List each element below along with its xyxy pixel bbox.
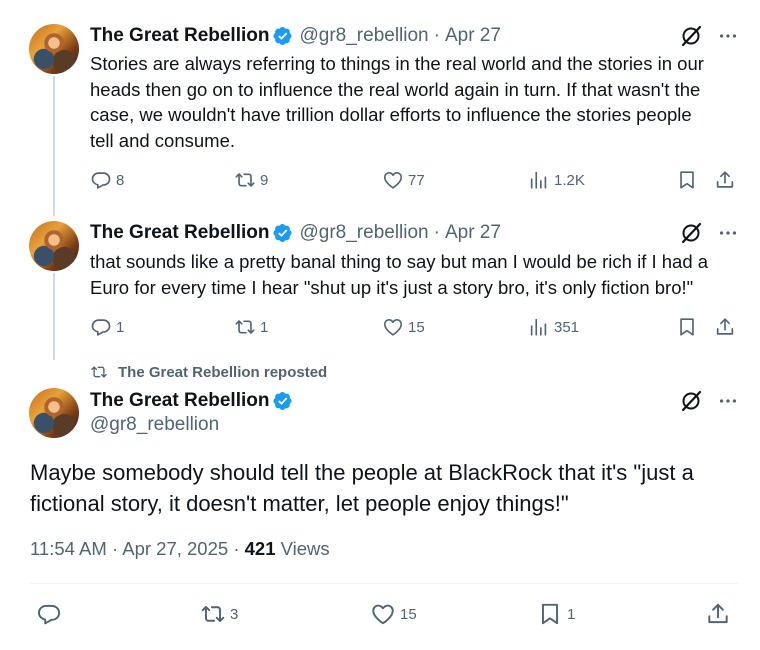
tweet-text-line: Maybe somebody should tell the people at… xyxy=(30,460,694,485)
bookmark-button[interactable] xyxy=(676,315,702,339)
repost-icon xyxy=(234,316,256,338)
bookmark-icon xyxy=(537,601,563,627)
grok-icon[interactable] xyxy=(679,389,703,413)
tweet-full-date[interactable]: Apr 27, 2025 xyxy=(122,538,228,559)
share-icon xyxy=(714,169,736,191)
thread-line xyxy=(53,76,55,216)
grok-icon[interactable] xyxy=(679,24,703,48)
bookmark-button[interactable] xyxy=(676,168,702,192)
tweet-top-icons xyxy=(679,221,739,245)
display-name[interactable]: The Great Rebellion xyxy=(90,222,269,244)
reply-button[interactable]: 1 xyxy=(90,315,124,339)
handle[interactable]: @gr8_rebellion xyxy=(90,414,219,436)
share-icon xyxy=(705,601,731,627)
tweet-text-line: that sounds like a pretty banal thing to… xyxy=(90,251,709,272)
separator: · xyxy=(233,538,240,559)
avatar[interactable] xyxy=(29,221,79,271)
bookmark-icon xyxy=(676,316,698,338)
repost-icon xyxy=(234,169,256,191)
repost-button[interactable]: 1 xyxy=(234,315,268,339)
grok-icon[interactable] xyxy=(679,221,703,245)
verified-badge-icon xyxy=(273,391,293,411)
repost-button[interactable]: 9 xyxy=(234,168,268,192)
bookmark-button[interactable]: 1 xyxy=(537,602,575,626)
tweet-text-line: fictional story, it doesn't matter, let … xyxy=(30,491,569,516)
tweet-text: Stories are always referring to things i… xyxy=(90,51,750,153)
main-tweet-text: Maybe somebody should tell the people at… xyxy=(30,457,740,519)
more-icon[interactable] xyxy=(717,24,739,48)
verified-badge-icon xyxy=(273,223,293,243)
verified-badge-icon xyxy=(273,26,293,46)
separator: · xyxy=(111,538,119,559)
tweet-date[interactable]: Apr 27 xyxy=(445,25,501,47)
tweet-text-line: Stories are always referring to things i… xyxy=(90,53,704,74)
like-icon xyxy=(370,601,396,627)
divider xyxy=(30,583,738,584)
display-name[interactable]: The Great Rebellion xyxy=(90,25,269,47)
tweet-text: that sounds like a pretty banal thing to… xyxy=(90,249,755,300)
views-count: 1.2K xyxy=(554,171,585,189)
repost-banner[interactable]: The Great Rebellion reposted xyxy=(90,362,327,382)
tweet-text-line: Euro for every time I hear "shut up it's… xyxy=(90,276,694,298)
tweet-header: The Great Rebellion @gr8_rebellion · Apr… xyxy=(90,221,501,245)
tweet-text-line: case, we wouldn't have trillion dollar e… xyxy=(90,104,692,125)
handle[interactable]: @gr8_rebellion xyxy=(299,25,428,47)
tweet-meta: 11:54 AM · Apr 27, 2025 · 421 Views xyxy=(30,538,330,560)
repost-count: 9 xyxy=(260,171,269,189)
avatar[interactable] xyxy=(29,24,79,74)
like-count: 77 xyxy=(408,171,425,189)
tweet-text-line: tell and consume. xyxy=(90,129,236,151)
bookmark-icon xyxy=(676,169,698,191)
views-count: 351 xyxy=(554,318,580,336)
tweet-top-icons xyxy=(679,24,739,48)
avatar[interactable] xyxy=(29,388,79,438)
views-icon xyxy=(528,169,550,191)
like-icon xyxy=(382,316,404,338)
reply-icon xyxy=(90,316,112,338)
views-icon xyxy=(528,316,550,338)
like-count: 15 xyxy=(408,318,425,336)
share-button[interactable] xyxy=(714,315,740,339)
tweet-top-icons xyxy=(679,389,739,413)
reply-icon xyxy=(36,601,62,627)
separator: · xyxy=(433,25,440,46)
tweet-time[interactable]: 11:54 AM xyxy=(30,538,107,559)
bookmark-count: 1 xyxy=(567,605,576,623)
share-icon xyxy=(714,316,736,338)
repost-icon xyxy=(200,601,226,627)
like-button[interactable]: 15 xyxy=(382,315,425,339)
repost-count: 3 xyxy=(230,605,239,623)
reply-count: 8 xyxy=(116,171,125,189)
like-count: 15 xyxy=(400,605,417,623)
repost-icon xyxy=(90,363,108,381)
tweet-header: The Great Rebellion @gr8_rebellion · Apr… xyxy=(90,24,501,48)
views-count: 421 xyxy=(244,538,276,559)
reply-button[interactable]: 8 xyxy=(90,168,124,192)
display-name[interactable]: The Great Rebellion xyxy=(90,390,269,412)
repost-banner-text: The Great Rebellion reposted xyxy=(118,363,328,381)
repost-button[interactable]: 3 xyxy=(200,602,238,626)
like-button[interactable]: 15 xyxy=(370,602,417,626)
tweet-text-line: heads then go on to influence the real w… xyxy=(90,78,701,100)
main-tweet-actions: 3 15 1 xyxy=(0,602,760,626)
reply-icon xyxy=(90,169,112,191)
tweet-actions: 1 1 15 351 xyxy=(0,315,760,339)
more-icon[interactable] xyxy=(717,221,739,245)
reply-count: 1 xyxy=(116,318,125,336)
like-icon xyxy=(382,169,404,191)
more-icon[interactable] xyxy=(717,389,739,413)
repost-count: 1 xyxy=(260,318,269,336)
share-button[interactable] xyxy=(714,168,740,192)
handle[interactable]: @gr8_rebellion xyxy=(299,222,428,244)
main-tweet-header: The Great Rebellion xyxy=(90,389,293,413)
views-button[interactable]: 351 xyxy=(528,315,579,339)
views-label: Views xyxy=(280,538,330,559)
share-button[interactable] xyxy=(705,602,735,626)
separator: · xyxy=(433,222,440,243)
tweet-actions: 8 9 77 1.2K xyxy=(0,168,760,192)
views-button[interactable]: 1.2K xyxy=(528,168,585,192)
tweet-date[interactable]: Apr 27 xyxy=(445,222,501,244)
like-button[interactable]: 77 xyxy=(382,168,425,192)
reply-button[interactable] xyxy=(36,602,66,626)
